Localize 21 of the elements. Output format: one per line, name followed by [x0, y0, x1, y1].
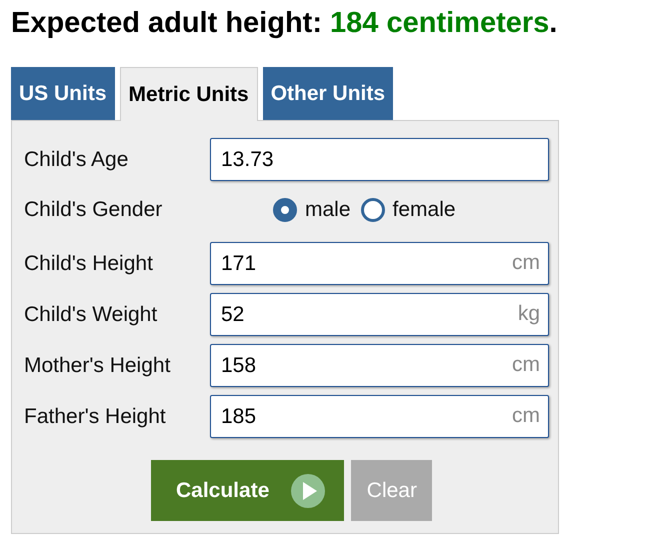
play-icon — [291, 474, 326, 508]
unit-label: kg — [518, 302, 540, 326]
field-label: Father's Height — [24, 404, 167, 428]
unit-label: cm — [512, 404, 540, 428]
units-tab[interactable]: US Units — [11, 67, 115, 120]
unit-label: cm — [512, 353, 540, 377]
units-tab[interactable]: Metric Units — [120, 67, 258, 121]
unit-label: cm — [512, 251, 540, 275]
units-tab[interactable]: Other Units — [262, 67, 394, 120]
field-label: Child's Height — [24, 252, 154, 276]
calculate-button[interactable]: Calculate — [151, 460, 344, 521]
radio-button[interactable] — [360, 198, 385, 222]
radio-button[interactable] — [273, 198, 297, 222]
radio-label[interactable]: male — [305, 198, 351, 222]
field-label: Child's Weight — [24, 302, 158, 326]
field-label: Child's Age — [24, 148, 130, 172]
radio-label[interactable]: female — [392, 198, 456, 222]
field-label: Mother's Height — [24, 354, 172, 378]
input-field[interactable]: 13.73 — [210, 138, 549, 181]
result-heading: Expected adult height: 184 centimeters. — [11, 6, 558, 40]
field-label: Child's Gender — [24, 198, 164, 222]
